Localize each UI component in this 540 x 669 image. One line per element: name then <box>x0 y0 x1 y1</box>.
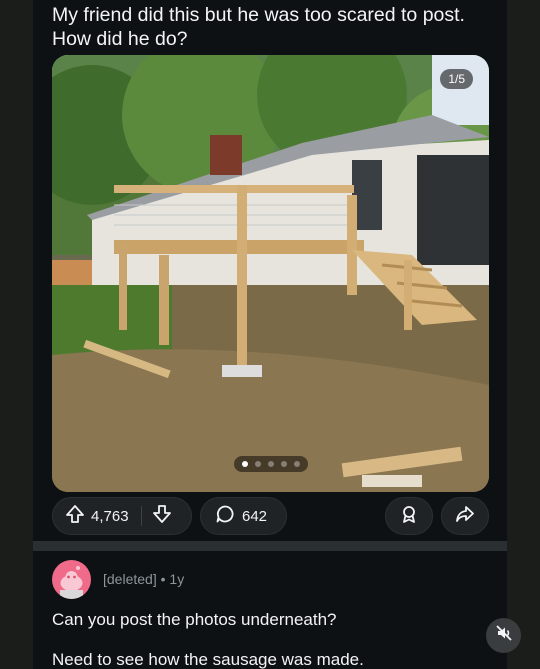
carousel-dots[interactable] <box>233 456 308 472</box>
speaker-muted-icon <box>495 624 513 647</box>
mute-button[interactable] <box>486 618 521 653</box>
deck-photo <box>52 55 489 492</box>
meta-separator: • <box>160 571 166 587</box>
post-title[interactable]: My friend did this but he was too scared… <box>52 3 492 51</box>
arrow-down-icon[interactable] <box>152 504 172 528</box>
carousel-dot[interactable] <box>254 461 261 467</box>
comment-author[interactable]: [deleted] <box>103 571 157 587</box>
vote-divider <box>140 506 142 526</box>
share-button[interactable] <box>441 497 489 535</box>
speech-bubble-icon <box>215 504 235 528</box>
post-image-carousel[interactable]: 1/5 <box>52 55 489 492</box>
left-gutter <box>0 0 33 669</box>
snoo-avatar-icon[interactable] <box>52 560 91 599</box>
award-icon <box>399 504 419 528</box>
right-gutter <box>507 0 540 669</box>
comment-meta: [deleted] • 1y <box>103 571 184 587</box>
slide-counter: 1/5 <box>440 69 473 89</box>
arrow-up-icon[interactable] <box>65 504 85 528</box>
carousel-dot[interactable] <box>293 461 300 467</box>
comment-body: Can you post the photos underneath? Need… <box>52 609 472 669</box>
carousel-dot[interactable] <box>267 461 274 467</box>
section-divider <box>33 541 507 551</box>
comment-line: Can you post the photos underneath? <box>52 610 337 629</box>
comments-button[interactable]: 642 <box>200 497 287 535</box>
share-arrow-icon <box>455 504 475 528</box>
comment-count: 642 <box>242 507 268 525</box>
post-actions-bar: 4,763 642 <box>52 497 489 537</box>
upvote-count: 4,763 <box>91 507 129 525</box>
carousel-dot[interactable] <box>280 461 287 467</box>
vote-control: 4,763 <box>52 497 192 535</box>
award-button[interactable] <box>385 497 433 535</box>
comment-age: 1y <box>169 571 185 587</box>
carousel-dot[interactable] <box>241 461 248 467</box>
comment-line: Need to see how the sausage was made. <box>52 650 364 669</box>
